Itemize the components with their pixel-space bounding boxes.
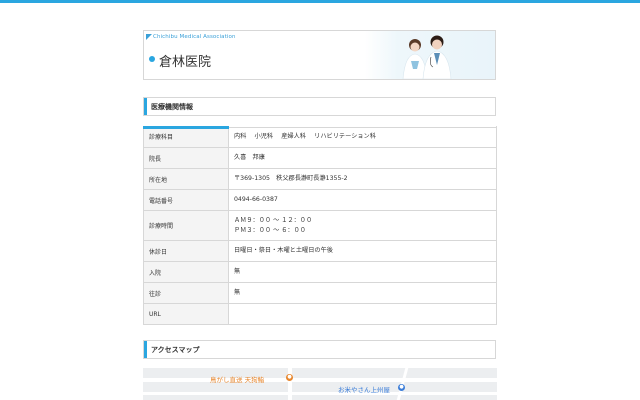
map-section-title: アクセスマップ (151, 346, 200, 354)
table-row: 診療科目 内科 小児科 産婦人科 リハビリテーション科 (144, 126, 496, 147)
table-row: 休診日 日曜日・祭日・木曜と土曜日の午後 (144, 240, 496, 261)
row-label: 院長 (144, 148, 229, 168)
top-accent-bar (0, 0, 640, 3)
access-map[interactable]: 鳥がし直送 天狗鮨 ● お米やさん上州屋 ● (143, 368, 497, 400)
table-row: 院長 久喜 邦康 (144, 147, 496, 168)
table-row: 入院 無 (144, 261, 496, 282)
row-label: 休診日 (144, 241, 229, 261)
section-accent (144, 98, 147, 115)
shop-pin-icon[interactable]: ● (398, 384, 405, 391)
row-value: 日曜日・祭日・木曜と土曜日の午後 (234, 247, 333, 254)
info-section-header: 医療機関情報 (143, 97, 496, 116)
row-label: 往診 (144, 283, 229, 303)
row-value: 0494-66-0387 (234, 196, 278, 203)
row-value: ＡＭ９：００ ～ １２：００ ＰＭ３：００ ～ ６：００ (234, 216, 313, 234)
table-row: 往診 無 (144, 282, 496, 303)
table-row: URL (144, 303, 496, 324)
association-logo-icon (146, 34, 152, 40)
table-row: 所在地 〒369-1305 秩父郡長瀞町長瀞1355-2 (144, 168, 496, 189)
row-value: 内科 小児科 産婦人科 リハビリテーション科 (234, 132, 376, 140)
active-tab-indicator (143, 126, 229, 129)
section-accent (144, 341, 147, 358)
row-value: 久喜 邦康 (234, 154, 265, 161)
info-section-title: 医療機関情報 (151, 103, 193, 111)
bullet-icon (149, 56, 155, 62)
row-value[interactable] (229, 304, 496, 324)
table-row: 診療時間 ＡＭ９：００ ～ １２：００ ＰＭ３：００ ～ ６：００ (144, 210, 496, 240)
map-road (143, 378, 497, 382)
association-name: Chichibu Medical Association (153, 34, 236, 40)
row-label: 診療科目 (144, 126, 229, 147)
row-label: 電話番号 (144, 190, 229, 210)
row-label: URL (144, 304, 229, 324)
table-row: 電話番号 0494-66-0387 (144, 189, 496, 210)
row-value: 無 (234, 268, 241, 275)
hospital-name: 倉林医院 (159, 55, 212, 70)
map-road (288, 368, 292, 400)
map-poi-shop[interactable]: お米やさん上州屋 (338, 384, 390, 394)
row-label: 所在地 (144, 169, 229, 189)
row-value: 無 (234, 289, 241, 296)
restaurant-pin-icon[interactable]: ● (286, 374, 293, 381)
map-road (143, 392, 497, 395)
doctors-image (365, 31, 495, 79)
row-label: 診療時間 (144, 211, 229, 240)
map-section-header: アクセスマップ (143, 340, 496, 359)
map-poi-restaurant[interactable]: 鳥がし直送 天狗鮨 (210, 374, 264, 384)
row-label: 入院 (144, 262, 229, 282)
row-value: 〒369-1305 秩父郡長瀞町長瀞1355-2 (234, 175, 348, 182)
info-table: 診療科目 内科 小児科 産婦人科 リハビリテーション科 院長 久喜 邦康 所在地… (143, 126, 497, 325)
hospital-header: Chichibu Medical Association 倉林医院 (143, 30, 496, 80)
